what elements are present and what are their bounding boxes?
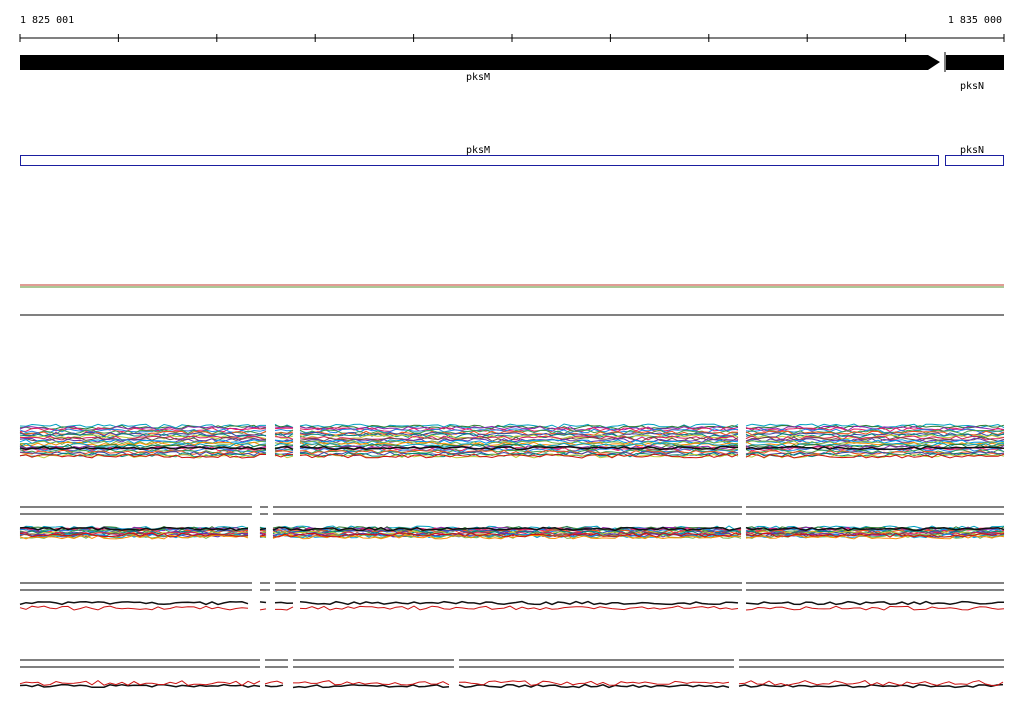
annotation-track: pksM pksN [20,145,1004,166]
annotation-box-pksn[interactable] [945,155,1004,166]
alignment-series-line [745,605,1005,611]
gene-label-pksm: pksM [466,72,490,83]
annotation-label-pksm: pksM [466,145,490,156]
genome-browser-view: 1 825 001 1 835 000 pksM pksN pksM pksN [19,15,1005,689]
ruler-end-label: 1 835 000 [948,15,1002,26]
alignment-series-line [264,680,284,685]
alignment-series-line [275,606,294,611]
alignment-series-line [299,600,739,606]
alignment-series-line [293,680,450,686]
alignment-series-line [259,601,267,604]
alignment-series-line [274,601,294,604]
alignment-track-1 [19,506,1005,540]
alignment-series-line [259,608,267,611]
alignment-series-line [19,605,249,611]
gene-block-pksn[interactable] [946,55,1004,70]
multi-series-coverage-track [19,423,1005,459]
alignment-series-line [259,527,267,531]
alignment-series-line [299,605,739,611]
annotation-label-pksn: pksN [960,145,984,156]
gene-label-pksn: pksN [960,81,984,92]
alignment-track-3 [19,659,1004,689]
ruler-start-label: 1 825 001 [20,15,74,26]
gene-arrow-pksm[interactable] [20,55,940,70]
alignment-series-line [458,683,730,689]
annotation-box-pksm[interactable] [20,155,939,166]
coverage-series-line [274,431,294,435]
coverage-series-line [274,426,294,429]
alignment-series-line [745,600,1004,606]
coverage-series-line [274,428,294,432]
alignment-series-line [738,680,1004,687]
alignment-track-2 [19,582,1005,611]
alignment-series-line [19,600,249,606]
alignment-series-line [292,684,450,689]
gene-track: pksM pksN [20,52,1004,92]
alignment-series-line [264,684,284,688]
coordinate-ruler: 1 825 001 1 835 000 [19,15,1005,42]
baseline-track [20,284,1004,316]
